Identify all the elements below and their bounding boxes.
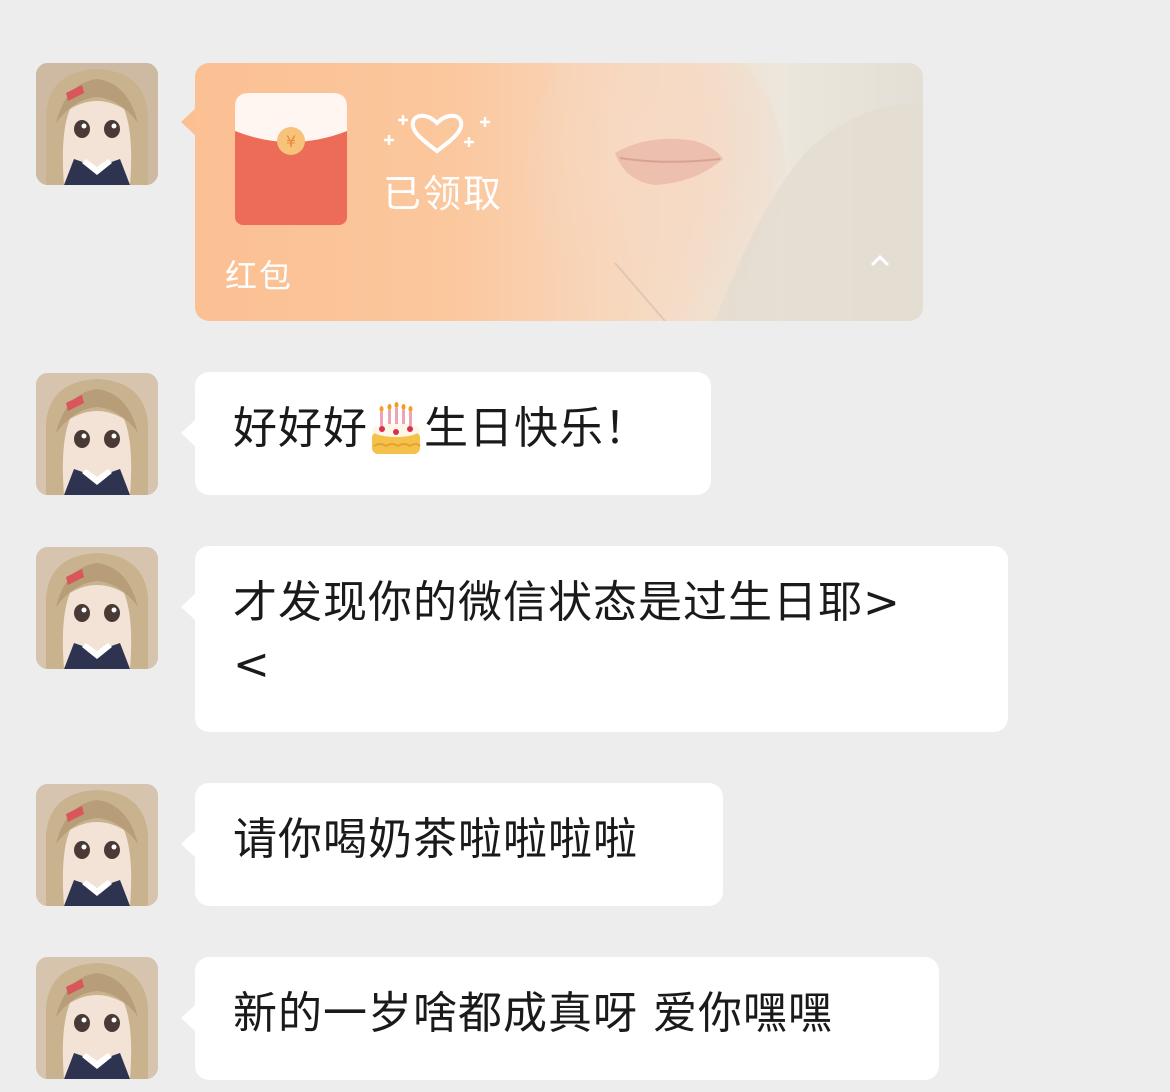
avatar-image	[36, 63, 158, 185]
message-text: 新的一岁啥都成真呀 爱你嘿嘿	[233, 988, 833, 1039]
avatar-image	[36, 784, 158, 906]
red-packet-tail	[181, 108, 196, 136]
message-text: 生日快乐！	[424, 403, 649, 454]
sender-avatar[interactable]	[36, 547, 158, 669]
message-bubble[interactable]: 好好好 生日快乐！	[181, 372, 711, 495]
avatar-image	[36, 957, 158, 1079]
red-packet-label: 红包	[225, 257, 294, 295]
message-bubble[interactable]: 请你喝奶茶啦啦啦啦	[181, 783, 723, 906]
message-bubble[interactable]: 才发现你的微信状态是过生日耶> <	[181, 546, 1008, 732]
svg-text:¥: ¥	[286, 132, 296, 151]
message-bubble[interactable]: 新的一岁啥都成真呀 爱你嘿嘿	[181, 957, 939, 1080]
avatar-image	[36, 547, 158, 669]
message-text: 请你喝奶茶啦啦啦啦	[233, 814, 638, 865]
heart-sparkle-icon	[384, 113, 490, 154]
sender-avatar[interactable]	[36, 957, 158, 1079]
chevron-up-icon	[870, 254, 890, 267]
red-packet-message[interactable]: ¥ 已领取 红包	[195, 63, 923, 321]
red-envelope-icon: ¥	[235, 93, 347, 225]
sender-avatar[interactable]	[36, 63, 158, 185]
red-packet-status: 已领取	[383, 172, 504, 216]
sender-avatar[interactable]	[36, 784, 158, 906]
message-text: 才发现你的微信状态是过生日耶> <	[233, 577, 901, 690]
birthday-cake-icon	[368, 398, 424, 460]
message-text: 好好好	[233, 403, 368, 454]
sender-avatar[interactable]	[36, 373, 158, 495]
avatar-image	[36, 373, 158, 495]
